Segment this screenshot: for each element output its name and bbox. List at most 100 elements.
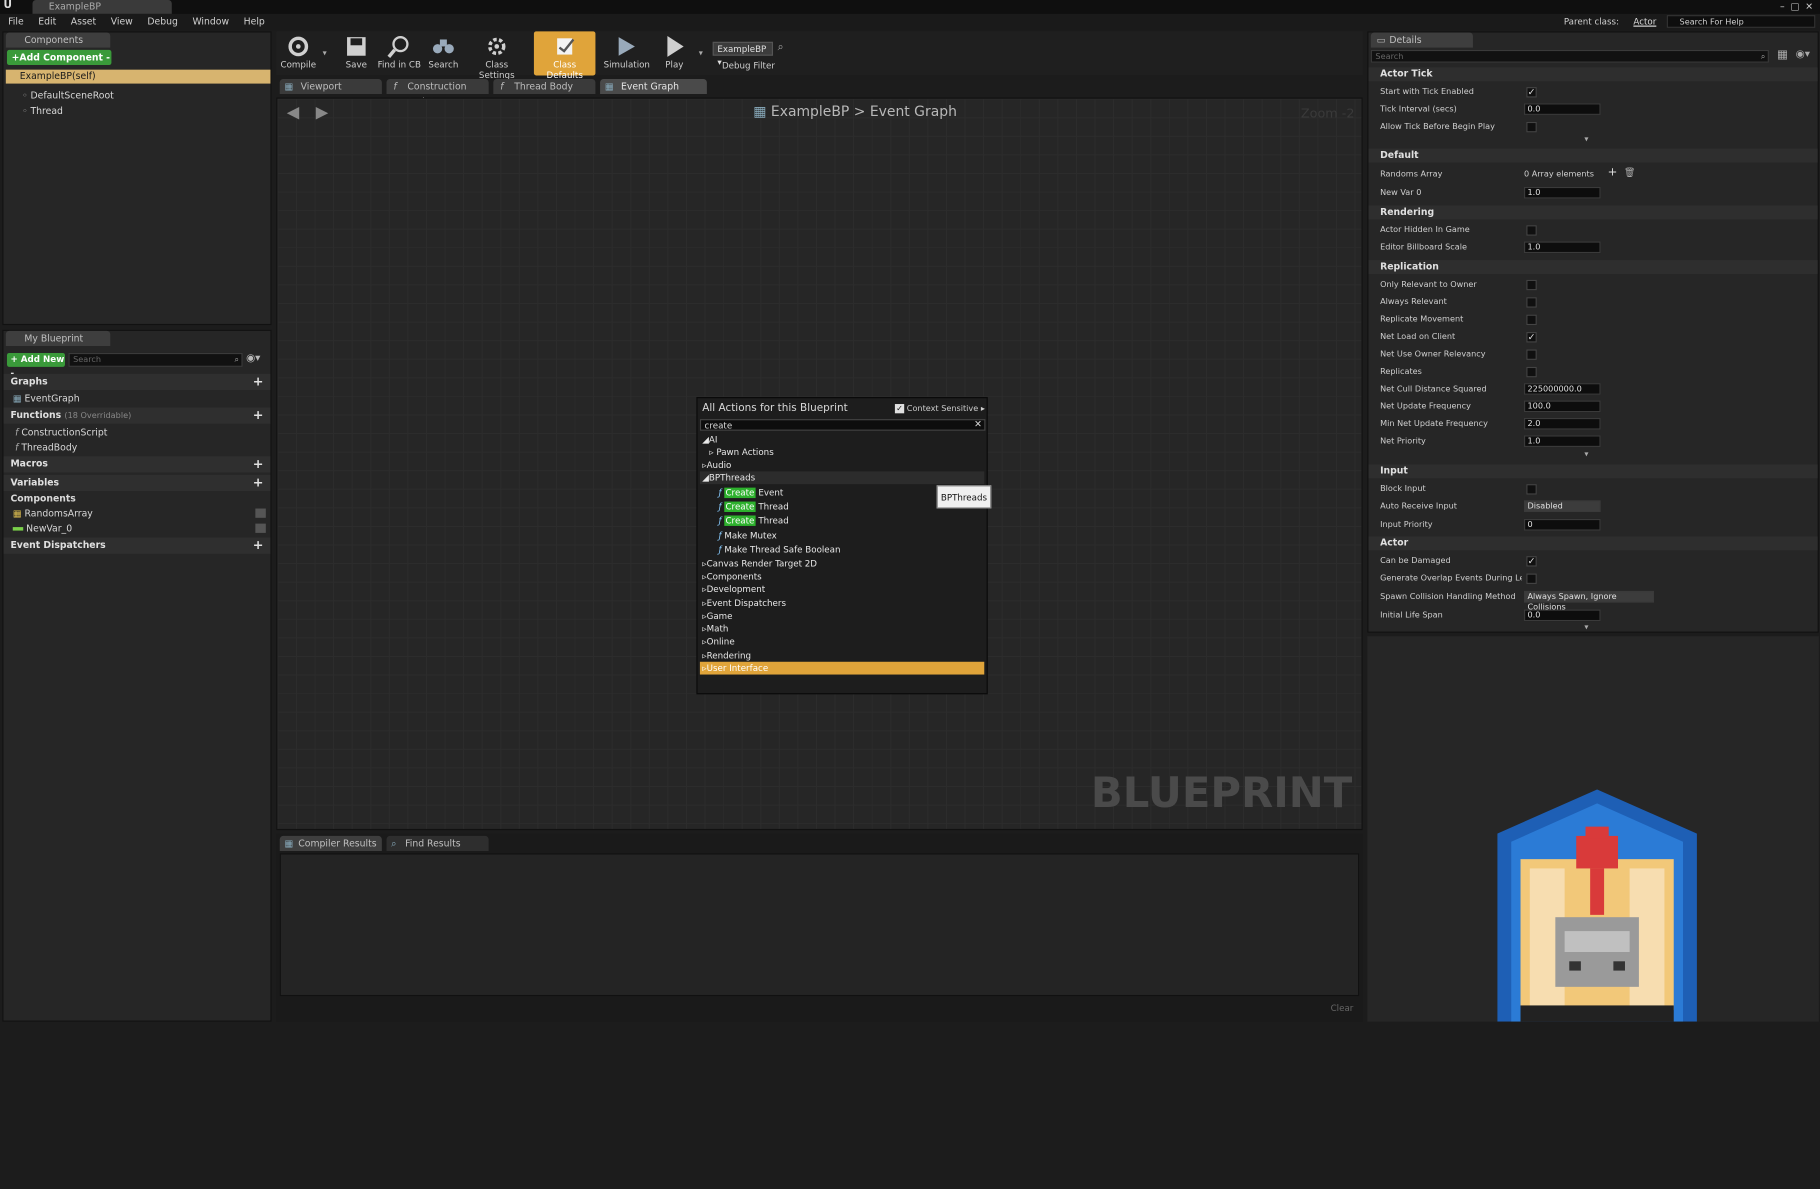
prop-always-relevant-checkbox[interactable] xyxy=(1526,297,1537,308)
category-development[interactable]: ▹Development xyxy=(702,583,765,596)
action-make-mutex[interactable]: ƒ Make Mutex xyxy=(718,529,776,542)
prop-hidden-checkbox[interactable] xyxy=(1526,225,1537,236)
prop-billboard-field[interactable]: 1.0 xyxy=(1523,241,1601,254)
action-create-event[interactable]: ƒ Create Event xyxy=(718,486,783,499)
compile-button[interactable]: Compile xyxy=(279,31,318,75)
category-ai[interactable]: ◢AI xyxy=(702,433,717,446)
dispatchers-section[interactable]: Event Dispatchers + xyxy=(3,537,271,554)
maximize-icon[interactable]: □ xyxy=(1791,1,1800,11)
close-icon[interactable]: ✕ xyxy=(1805,1,1813,11)
menu-asset[interactable]: Asset xyxy=(71,16,96,26)
prop-block-input-checkbox[interactable] xyxy=(1526,484,1537,495)
delete-icon[interactable]: 🗑 xyxy=(1624,167,1636,177)
view-options-icon[interactable]: ◉▾ xyxy=(1796,49,1810,61)
find-in-cb-button[interactable]: Find in CB xyxy=(376,31,422,75)
category-components[interactable]: ▹Components xyxy=(702,570,761,583)
graph-item-eventgraph[interactable]: ▦ EventGraph xyxy=(3,391,270,406)
class-defaults-button[interactable]: Class Defaults xyxy=(533,31,596,80)
play-dropdown-icon[interactable]: ▾ xyxy=(699,49,703,58)
prop-damaged-checkbox[interactable]: ✓ xyxy=(1526,556,1537,567)
simulation-button[interactable]: Simulation xyxy=(601,31,652,75)
search-button[interactable]: Search xyxy=(425,31,462,75)
tab-event-graph[interactable]: ▦ Event Graph xyxy=(600,78,707,95)
expand-advanced-icon[interactable]: ▾ xyxy=(1584,135,1588,144)
visibility-icon[interactable] xyxy=(255,508,266,518)
action-search-input[interactable]: create ✕ xyxy=(699,419,986,431)
prop-net-use-owner-checkbox[interactable] xyxy=(1526,349,1537,360)
add-macro-icon[interactable]: + xyxy=(253,456,264,472)
variables-section[interactable]: Variables + xyxy=(3,474,271,492)
component-item-thread[interactable]: ◦ Thread xyxy=(3,103,270,118)
class-settings-button[interactable]: Class Settings xyxy=(467,31,527,80)
prop-overlap-checkbox[interactable] xyxy=(1526,573,1537,584)
help-search-input[interactable]: Search For Help xyxy=(1666,15,1816,28)
category-bpthreads[interactable]: ◢BPThreads xyxy=(699,471,985,485)
prop-start-tick-checkbox[interactable]: ✓ xyxy=(1526,87,1537,98)
breadcrumb-root[interactable]: ExampleBP xyxy=(771,103,849,119)
variable-item-newvar[interactable]: NewVar_0 xyxy=(3,521,270,536)
parent-class-value[interactable]: Actor xyxy=(1633,16,1656,26)
document-tab[interactable]: ExampleBP xyxy=(32,0,172,14)
blueprint-search-input[interactable]: Search ⌕ xyxy=(68,352,243,367)
section-replication[interactable]: Replication xyxy=(1368,260,1818,274)
prop-cull-field[interactable]: 225000000.0 xyxy=(1523,383,1601,395)
prop-net-load-checkbox[interactable]: ✓ xyxy=(1526,332,1537,343)
functions-section[interactable]: Functions (18 Overridable) + xyxy=(3,407,271,424)
category-event-dispatchers[interactable]: ▹Event Dispatchers xyxy=(702,597,786,610)
tab-compiler-results[interactable]: ▦ Compiler Results xyxy=(279,835,382,852)
compile-dropdown-icon[interactable]: ▾ xyxy=(323,49,327,58)
category-online[interactable]: ▹Online xyxy=(702,635,734,648)
section-rendering[interactable]: Rendering xyxy=(1368,205,1818,220)
components-tab[interactable]: Components xyxy=(5,32,111,48)
expand-advanced-icon[interactable]: ▾ xyxy=(1584,622,1588,631)
tab-thread-body[interactable]: f Thread Body xyxy=(493,78,596,95)
prop-newvar-field[interactable]: 1.0 xyxy=(1523,186,1601,199)
prop-tick-interval-field[interactable]: 0.0 xyxy=(1523,103,1601,115)
menu-window[interactable]: Window xyxy=(192,16,229,26)
add-new-button[interactable]: + Add New - xyxy=(6,352,65,378)
prop-priority-field[interactable]: 1.0 xyxy=(1523,435,1601,447)
action-create-thread-1[interactable]: ƒ Create Thread xyxy=(718,500,789,513)
visibility-icon[interactable] xyxy=(255,523,266,533)
menu-file[interactable]: File xyxy=(8,16,24,26)
graph-canvas[interactable]: ◀ ▶ ▦ ExampleBP > Event Graph Zoom -2 BL… xyxy=(276,97,1363,831)
debug-search-icon[interactable]: ⌕ xyxy=(778,42,784,54)
section-actor[interactable]: Actor xyxy=(1368,536,1818,551)
details-search-input[interactable]: Search ⌕ xyxy=(1370,49,1769,63)
section-actor-tick[interactable]: Actor Tick xyxy=(1368,67,1818,82)
prop-spawn-select[interactable]: Always Spawn, Ignore Collisions xyxy=(1523,590,1654,612)
category-pawn-actions[interactable]: ▹ Pawn Actions xyxy=(709,446,774,459)
details-tab[interactable]: ▭ Details xyxy=(1370,32,1473,48)
save-button[interactable]: Save xyxy=(339,31,374,75)
context-sensitive-checkbox[interactable]: ✓ xyxy=(894,404,905,414)
section-default[interactable]: Default xyxy=(1368,148,1818,163)
component-item-scene-root[interactable]: ◦ DefaultSceneRoot xyxy=(3,88,270,103)
add-variable-icon[interactable]: + xyxy=(253,475,264,491)
prop-min-update-field[interactable]: 2.0 xyxy=(1523,417,1601,430)
add-graph-icon[interactable]: + xyxy=(253,374,264,390)
debug-object-select[interactable]: ExampleBP ▾ xyxy=(712,41,774,67)
expand-advanced-icon[interactable]: ▾ xyxy=(1584,449,1588,458)
prop-life-field[interactable]: 0.0 xyxy=(1523,609,1601,622)
minimize-icon[interactable]: – xyxy=(1780,1,1785,11)
back-arrow-icon[interactable]: ◀ xyxy=(287,103,300,122)
graphs-section[interactable]: Graphs + xyxy=(3,373,271,391)
section-input[interactable]: Input xyxy=(1368,464,1818,479)
action-make-bool[interactable]: ƒ Make Thread Safe Boolean xyxy=(718,543,840,556)
add-component-button[interactable]: +Add Component - xyxy=(6,49,112,66)
menu-view[interactable]: View xyxy=(111,16,133,26)
tab-construction-script[interactable]: fConstruction Script xyxy=(386,78,489,107)
play-button[interactable]: Play xyxy=(657,31,692,75)
forward-arrow-icon[interactable]: ▶ xyxy=(316,103,329,122)
function-item-construction[interactable]: f ConstructionScript xyxy=(3,425,270,440)
variable-item-randoms[interactable]: ▦ RandomsArray xyxy=(3,506,270,521)
context-sensitive-toggle[interactable]: ✓ Context Sensitive ▸ xyxy=(894,404,985,414)
prop-rep-movement-checkbox[interactable] xyxy=(1526,314,1537,326)
property-matrix-icon[interactable]: ▦ xyxy=(1777,49,1788,62)
prop-only-relevant-checkbox[interactable] xyxy=(1526,279,1537,291)
prop-auto-receive-select[interactable]: Disabled xyxy=(1523,500,1601,513)
category-game[interactable]: ▹Game xyxy=(702,610,732,623)
menu-debug[interactable]: Debug xyxy=(147,16,178,26)
action-create-thread-2[interactable]: ƒ Create Thread xyxy=(718,514,789,527)
menu-edit[interactable]: Edit xyxy=(38,16,56,26)
